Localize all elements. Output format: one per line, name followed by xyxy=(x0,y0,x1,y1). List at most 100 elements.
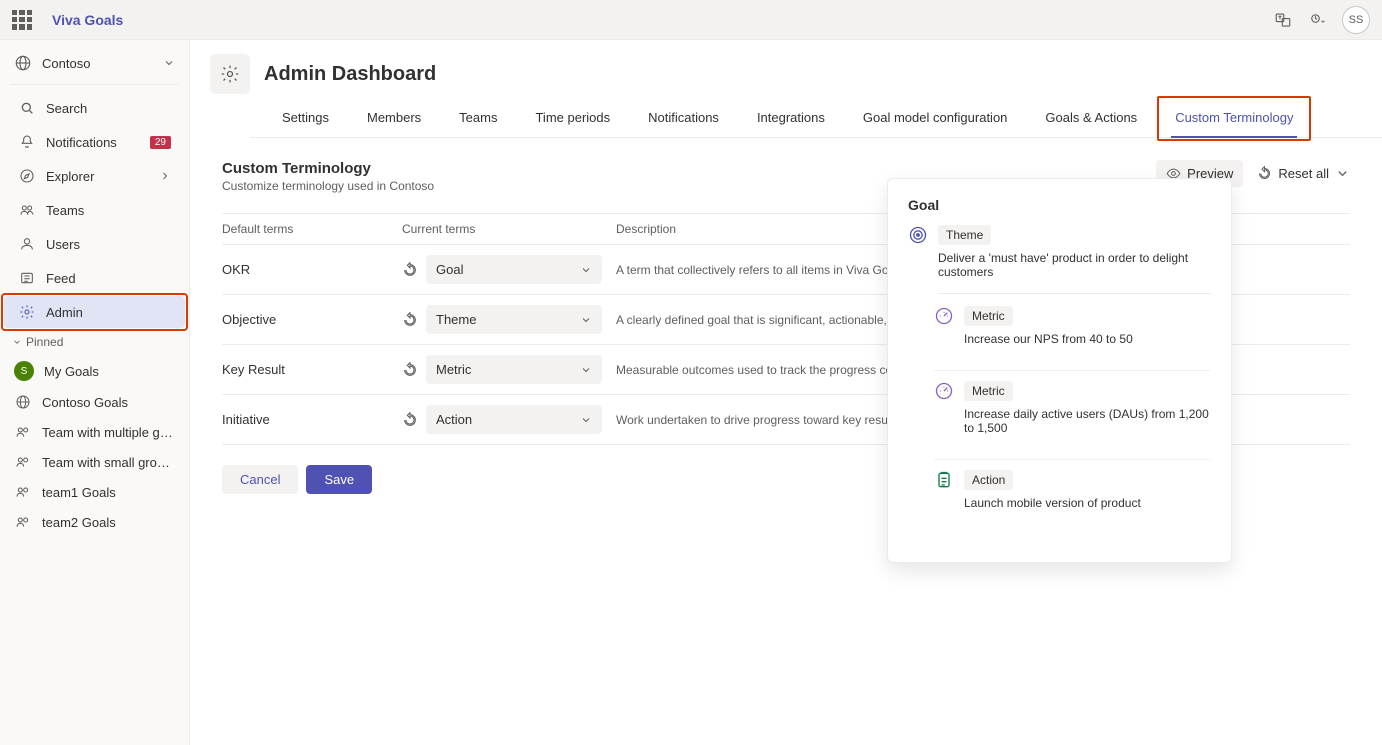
settings-dropdown-icon[interactable] xyxy=(1308,11,1326,29)
gauge-icon xyxy=(934,381,954,401)
preview-chip: Action xyxy=(964,470,1013,490)
preview-item: Metric Increase our NPS from 40 to 50 xyxy=(934,306,1211,371)
sidebar-label: Users xyxy=(46,237,171,252)
reset-icon[interactable] xyxy=(402,262,418,278)
org-name: Contoso xyxy=(42,56,153,71)
sidebar-item-teams[interactable]: Teams xyxy=(4,194,185,226)
select-value: Metric xyxy=(436,362,471,377)
pinned-header[interactable]: Pinned xyxy=(0,329,189,355)
people-icon xyxy=(18,201,36,219)
highlight-box xyxy=(1157,96,1311,141)
chevron-down-icon xyxy=(580,264,592,276)
tab-teams[interactable]: Teams xyxy=(455,104,501,137)
save-button[interactable]: Save xyxy=(306,465,372,494)
bell-icon xyxy=(18,133,36,151)
reset-icon[interactable] xyxy=(402,412,418,428)
chevron-down-icon xyxy=(163,57,175,69)
pinned-item-contoso-goals[interactable]: Contoso Goals xyxy=(0,387,189,417)
pinned-item-team-small[interactable]: Team with small group t... xyxy=(0,447,189,477)
chevron-down-icon xyxy=(12,337,22,347)
preview-text: Launch mobile version of product xyxy=(964,496,1211,510)
tab-time-periods[interactable]: Time periods xyxy=(531,104,614,137)
preview-text: Deliver a 'must have' product in order t… xyxy=(938,251,1211,279)
select-value: Action xyxy=(436,412,472,427)
pinned-item-team2[interactable]: team2 Goals xyxy=(0,507,189,537)
page-gear-icon xyxy=(210,54,250,94)
column-header-default: Default terms xyxy=(222,222,402,236)
people-icon xyxy=(14,513,32,531)
sidebar-item-feed[interactable]: Feed xyxy=(4,262,185,294)
pinned-item-my-goals[interactable]: S My Goals xyxy=(0,355,189,387)
tab-notifications[interactable]: Notifications xyxy=(644,104,723,137)
sidebar-item-notifications[interactable]: Notifications 29 xyxy=(4,126,185,158)
sidebar-label: Explorer xyxy=(46,169,149,184)
target-icon xyxy=(908,225,928,245)
tab-bar: Settings Members Teams Time periods Notifica… xyxy=(250,94,1382,138)
tab-settings[interactable]: Settings xyxy=(278,104,333,137)
tab-goal-model-configuration[interactable]: Goal model configuration xyxy=(859,104,1012,137)
notifications-badge: 29 xyxy=(150,136,171,149)
term-default: Objective xyxy=(222,312,402,327)
preview-item: Metric Increase daily active users (DAUs… xyxy=(934,381,1211,460)
sidebar-label: Notifications xyxy=(46,135,140,150)
pinned-label: Contoso Goals xyxy=(42,395,128,410)
sidebar-item-search[interactable]: Search xyxy=(4,92,185,124)
chevron-down-icon xyxy=(580,314,592,326)
chevron-down-icon xyxy=(1335,166,1350,181)
tab-goals-actions[interactable]: Goals & Actions xyxy=(1041,104,1141,137)
reset-icon[interactable] xyxy=(402,312,418,328)
people-icon xyxy=(14,483,32,501)
sidebar-item-users[interactable]: Users xyxy=(4,228,185,260)
chevron-down-icon xyxy=(580,414,592,426)
preview-text: Increase our NPS from 40 to 50 xyxy=(964,332,1211,346)
select-value: Goal xyxy=(436,262,463,277)
preview-heading: Goal xyxy=(908,197,1211,213)
gauge-icon xyxy=(934,306,954,326)
avatar[interactable]: SS xyxy=(1342,6,1370,34)
tab-custom-terminology[interactable]: Custom Terminology xyxy=(1171,104,1297,137)
translate-icon[interactable] xyxy=(1274,11,1292,29)
tab-members[interactable]: Members xyxy=(363,104,425,137)
pinned-item-team1[interactable]: team1 Goals xyxy=(0,477,189,507)
section-title: Custom Terminology xyxy=(222,160,434,177)
pinned-item-team-multi[interactable]: Team with multiple grou... xyxy=(0,417,189,447)
column-header-current: Current terms xyxy=(402,222,602,236)
button-label: Reset all xyxy=(1278,166,1329,181)
term-default: Initiative xyxy=(222,412,402,427)
globe-icon xyxy=(14,393,32,411)
section-subtitle: Customize terminology used in Contoso xyxy=(222,179,434,193)
term-default: OKR xyxy=(222,262,402,277)
preview-text: Increase daily active users (DAUs) from … xyxy=(964,407,1211,435)
avatar: S xyxy=(14,361,34,381)
sidebar-item-admin[interactable]: Admin xyxy=(4,296,185,328)
pinned-label: team2 Goals xyxy=(42,515,116,530)
preview-chip: Metric xyxy=(964,381,1013,401)
search-icon xyxy=(18,99,36,117)
preview-chip-theme: Theme xyxy=(938,225,991,245)
reset-all-button[interactable]: Reset all xyxy=(1257,166,1350,181)
pinned-label: Team with multiple grou... xyxy=(42,425,175,440)
chevron-right-icon xyxy=(159,170,171,182)
sidebar-label: Admin xyxy=(46,305,171,320)
reset-icon[interactable] xyxy=(402,362,418,378)
term-select[interactable]: Action xyxy=(426,405,602,434)
chevron-down-icon xyxy=(580,364,592,376)
sidebar-label: Feed xyxy=(46,271,171,286)
term-default: Key Result xyxy=(222,362,402,377)
app-name[interactable]: Viva Goals xyxy=(52,12,123,28)
org-switcher[interactable]: Contoso xyxy=(0,48,189,78)
sidebar-label: Teams xyxy=(46,203,171,218)
sidebar-label: Search xyxy=(46,101,171,116)
term-select[interactable]: Metric xyxy=(426,355,602,384)
people-icon xyxy=(14,423,32,441)
pinned-label: My Goals xyxy=(44,364,99,379)
sidebar-item-explorer[interactable]: Explorer xyxy=(4,160,185,192)
preview-chip: Metric xyxy=(964,306,1013,326)
preview-popover: Goal Theme Deliver a 'must have' product… xyxy=(887,178,1232,563)
people-icon xyxy=(14,453,32,471)
term-select[interactable]: Theme xyxy=(426,305,602,334)
app-launcher-icon[interactable] xyxy=(12,10,32,30)
cancel-button[interactable]: Cancel xyxy=(222,465,298,494)
tab-integrations[interactable]: Integrations xyxy=(753,104,829,137)
term-select[interactable]: Goal xyxy=(426,255,602,284)
